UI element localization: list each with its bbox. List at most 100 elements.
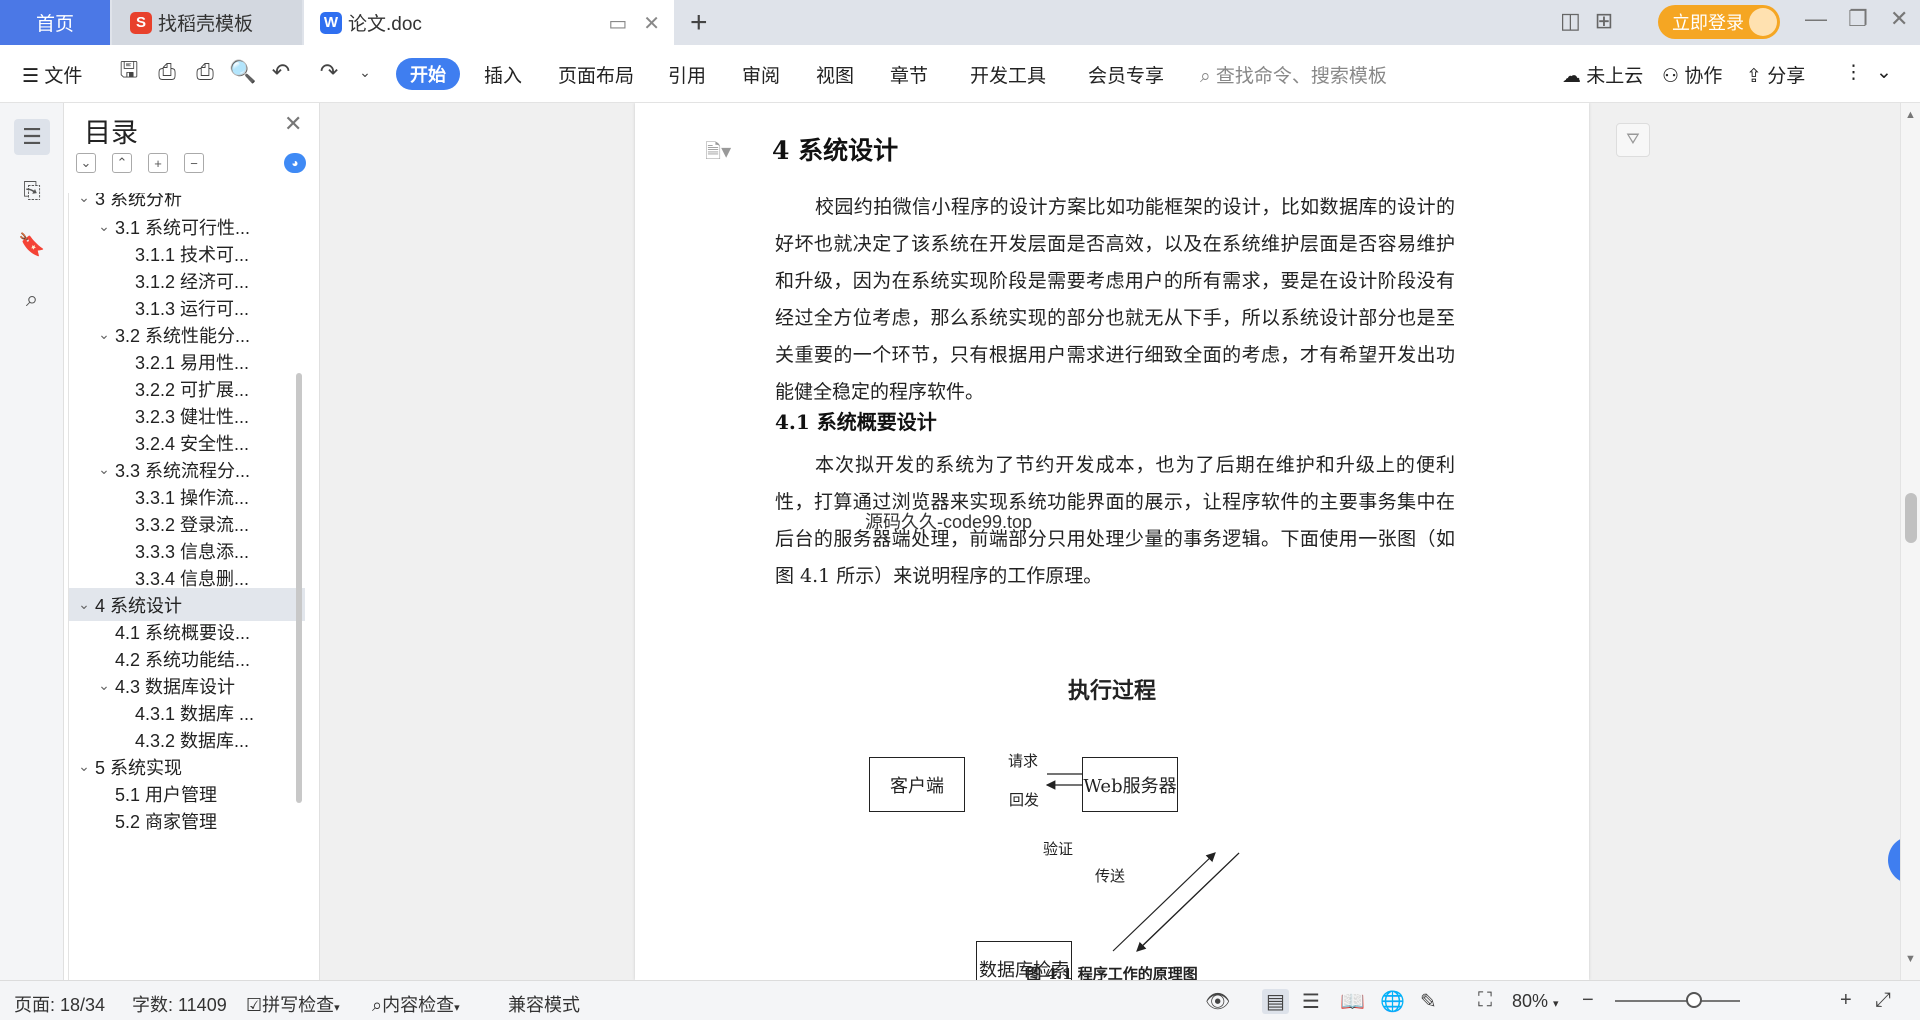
tab-chapter[interactable]: 章节 bbox=[890, 61, 928, 88]
export-pdf-icon[interactable]: ⎙ bbox=[154, 59, 180, 85]
tab-view[interactable]: 视图 bbox=[816, 61, 854, 88]
tab-page-layout[interactable]: 页面布局 bbox=[558, 61, 634, 88]
zoom-in-icon[interactable]: + bbox=[1840, 989, 1852, 1012]
tab-insert[interactable]: 插入 bbox=[484, 61, 522, 88]
redo-icon[interactable]: ↷ bbox=[316, 59, 342, 85]
smart-toc-icon[interactable]: ◕ bbox=[284, 153, 306, 173]
share-button[interactable]: ⇪ 分享 bbox=[1746, 61, 1805, 88]
add-heading-icon[interactable]: + bbox=[148, 153, 168, 173]
save-icon[interactable]: 🖫 bbox=[116, 57, 142, 85]
toc-item-label: 4.3.1 数据库 ... bbox=[135, 703, 255, 724]
page-indicator[interactable]: 页面: 18/34 bbox=[14, 991, 105, 1017]
cloud-status[interactable]: ☁ 未上云 bbox=[1562, 61, 1643, 88]
tab-document-label: 论文.doc bbox=[348, 14, 422, 35]
fullscreen-icon[interactable]: ⤢ bbox=[1875, 989, 1891, 1012]
reply-label: 回发 bbox=[1009, 791, 1040, 809]
content-check-label: 内容检查 bbox=[382, 995, 455, 1015]
toc-item-label: 3.1 系统可行性... bbox=[115, 217, 251, 238]
minimize-icon[interactable]: — bbox=[1805, 6, 1827, 32]
chevron-down-icon: ⌄ bbox=[78, 193, 90, 205]
watermark-text: 源码久久-code99.top bbox=[865, 512, 1033, 532]
new-tab-button[interactable]: + bbox=[690, 6, 708, 40]
toc-item-label: 3.1.3 运行可... bbox=[135, 298, 250, 319]
cloud-icon: ☁ bbox=[1562, 66, 1581, 87]
eye-protection-icon[interactable]: 👁 bbox=[1205, 989, 1230, 1014]
document-page[interactable]: 🗎▾ 4 系统设计 校园约拍微信小程序的设计方案比如功能框架的设计，比如数据库的… bbox=[635, 103, 1589, 980]
command-search-placeholder: 查找命令、搜索模板 bbox=[1215, 66, 1387, 87]
toc-item-label: 4 系统设计 bbox=[95, 595, 183, 616]
zoom-out-icon[interactable]: − bbox=[1582, 989, 1594, 1012]
toc-item-label: 3.3 系统流程分... bbox=[115, 460, 251, 481]
toc-scrollbar[interactable] bbox=[296, 373, 302, 803]
file-label: 文件 bbox=[44, 66, 83, 87]
fit-page-icon[interactable]: ⛶ bbox=[1478, 989, 1492, 1012]
toc-panel-icon[interactable]: ☰ bbox=[14, 119, 50, 155]
web-view-icon[interactable]: 🌐 bbox=[1380, 989, 1405, 1014]
chevron-down-icon: ⌄ bbox=[98, 677, 110, 693]
undo-icon[interactable]: ↶ bbox=[268, 59, 294, 85]
content-check-icon: ⌕ bbox=[372, 995, 383, 1015]
filter-icon[interactable]: ⛛ bbox=[1616, 123, 1650, 157]
layout-icon[interactable]: ◫ bbox=[1560, 8, 1581, 34]
page-view-icon[interactable]: ▤ bbox=[1262, 989, 1289, 1014]
tab-references[interactable]: 引用 bbox=[668, 61, 706, 88]
word-count[interactable]: 字数: 11409 bbox=[132, 991, 227, 1017]
tab-template[interactable]: S 找稻壳模板 bbox=[112, 0, 302, 45]
write-view-icon[interactable]: ✎ bbox=[1420, 989, 1437, 1014]
flow-diagram bbox=[1045, 769, 1240, 952]
collapse-all-icon[interactable]: ⌃ bbox=[112, 153, 132, 173]
close-tab-icon[interactable]: ✕ bbox=[643, 11, 660, 36]
tab-review[interactable]: 审阅 bbox=[742, 61, 780, 88]
close-window-icon[interactable]: ✕ bbox=[1890, 6, 1908, 32]
more-options-icon[interactable]: ⋮ bbox=[1844, 61, 1863, 84]
content-check-button[interactable]: ⌕内容检查▾ bbox=[372, 991, 460, 1017]
expand-all-icon[interactable]: ⌄ bbox=[76, 153, 96, 173]
tab-member[interactable]: 会员专享 bbox=[1088, 61, 1164, 88]
find-icon[interactable]: ⌕ bbox=[14, 281, 50, 317]
close-icon[interactable]: ✕ bbox=[284, 111, 302, 137]
more-quick-chevron-icon[interactable]: ⌄ bbox=[352, 59, 378, 85]
status-bar: 页面: 18/34 字数: 11409 ☑拼写检查▾ ⌕内容检查▾ 兼容模式 👁… bbox=[0, 980, 1920, 1020]
search-icon: ⌕ bbox=[1200, 66, 1211, 87]
apps-grid-icon[interactable]: ⊞ bbox=[1595, 8, 1613, 34]
tab-home[interactable]: 首页 bbox=[0, 0, 110, 45]
toc-item[interactable]: 5.2 商家管理 bbox=[69, 804, 305, 837]
collapse-ribbon-icon[interactable]: ⌄ bbox=[1876, 61, 1892, 84]
restore-icon[interactable]: ❐ bbox=[1848, 6, 1868, 32]
login-label: 立即登录 bbox=[1672, 13, 1744, 33]
vertical-scrollbar[interactable]: ▲ ▼ bbox=[1900, 103, 1920, 980]
remove-heading-icon[interactable]: − bbox=[184, 153, 204, 173]
file-menu[interactable]: ☰ 文件 bbox=[22, 61, 82, 88]
pin-window-icon[interactable]: ▭ bbox=[608, 11, 627, 36]
ribbon-toolbar: ☰ 文件 🖫 ⎙ ⎙ 🔍 ↶ ↷ ⌄ 开始 插入 页面布局 引用 审阅 视图 章… bbox=[0, 45, 1920, 103]
collab-button[interactable]: ⚇ 协作 bbox=[1662, 61, 1722, 88]
bookmark-icon[interactable]: 🔖 bbox=[14, 227, 50, 263]
tab-document[interactable]: W 论文.doc ▭ ✕ bbox=[304, 0, 674, 45]
zoom-slider[interactable] bbox=[1615, 1000, 1740, 1002]
chevron-down-icon: ⌄ bbox=[98, 461, 110, 477]
tab-start[interactable]: 开始 bbox=[396, 58, 460, 90]
paragraph-menu-icon[interactable]: 🗎▾ bbox=[705, 137, 731, 171]
print-preview-icon[interactable]: 🔍 bbox=[229, 59, 256, 85]
zoom-slider-knob[interactable] bbox=[1686, 992, 1702, 1008]
side-panel-toggle-icon[interactable]: ‹ bbox=[1888, 836, 1900, 884]
outline-view-icon[interactable]: ☰ bbox=[1302, 989, 1320, 1014]
scroll-thumb[interactable] bbox=[1905, 493, 1917, 543]
toc-item-label: 3.2.4 安全性... bbox=[135, 433, 250, 454]
toc-item-label: 3.3.4 信息删... bbox=[135, 568, 250, 589]
toc-item-label: 4.3.2 数据库... bbox=[135, 730, 250, 751]
print-icon[interactable]: ⎙ bbox=[192, 59, 218, 85]
server-box: Web服务器 bbox=[1082, 757, 1178, 812]
read-view-icon[interactable]: 📖 bbox=[1340, 989, 1365, 1014]
zoom-level[interactable]: 80% ▾ bbox=[1512, 991, 1559, 1012]
body-paragraph: 校园约拍微信小程序的设计方案比如功能框架的设计，比如数据库的设计的好坏也就决定了… bbox=[775, 196, 1455, 403]
login-button[interactable]: 立即登录 bbox=[1658, 5, 1780, 39]
scroll-up-icon[interactable]: ▲ bbox=[1905, 109, 1916, 121]
command-search[interactable]: ⌕ 查找命令、搜索模板 bbox=[1200, 61, 1387, 88]
tab-developer[interactable]: 开发工具 bbox=[970, 61, 1046, 88]
toc-item-label: 5.2 商家管理 bbox=[115, 811, 218, 832]
toc-item-label: 3.1.2 经济可... bbox=[135, 271, 250, 292]
spell-check-button[interactable]: ☑拼写检查▾ bbox=[246, 991, 340, 1017]
scroll-down-icon[interactable]: ▼ bbox=[1905, 953, 1916, 965]
chapter-nav-icon[interactable]: ⎘ bbox=[14, 173, 50, 209]
